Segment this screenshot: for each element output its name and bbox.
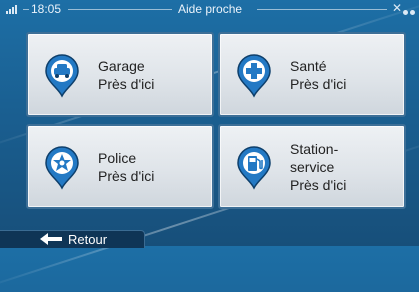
signal-icon [6, 4, 20, 14]
tile-garage[interactable]: Garage Près d'ici [26, 32, 214, 117]
status-bar: 18:05 Aide proche ✕ [0, 0, 419, 18]
tile-station-service[interactable]: Station- service Près d'ici [218, 124, 406, 209]
status-divider [257, 9, 387, 10]
arrow-left-icon [40, 233, 62, 245]
clock: 18:05 [31, 2, 62, 16]
tile-label: Police Près d'ici [98, 149, 155, 184]
status-divider [68, 9, 172, 10]
police-badge-pin-icon [45, 146, 79, 190]
tile-label: Santé Près d'ici [290, 57, 347, 92]
back-label: Retour [68, 232, 108, 247]
status-divider [23, 9, 29, 10]
tile-sante[interactable]: Santé Près d'ici [218, 32, 406, 117]
medical-cross-pin-icon [237, 54, 271, 98]
tile-label: Station- service Près d'ici [290, 140, 347, 193]
gps-icon: ✕ [392, 1, 403, 15]
back-button[interactable]: Retour [0, 230, 145, 248]
tile-label: Garage Près d'ici [98, 57, 155, 92]
fuel-pump-pin-icon [237, 146, 271, 190]
car-pin-icon [45, 54, 79, 98]
tile-police[interactable]: Police Près d'ici [26, 124, 214, 209]
page-title: Aide proche [178, 2, 243, 16]
menu-dots-icon[interactable] [403, 4, 417, 18]
